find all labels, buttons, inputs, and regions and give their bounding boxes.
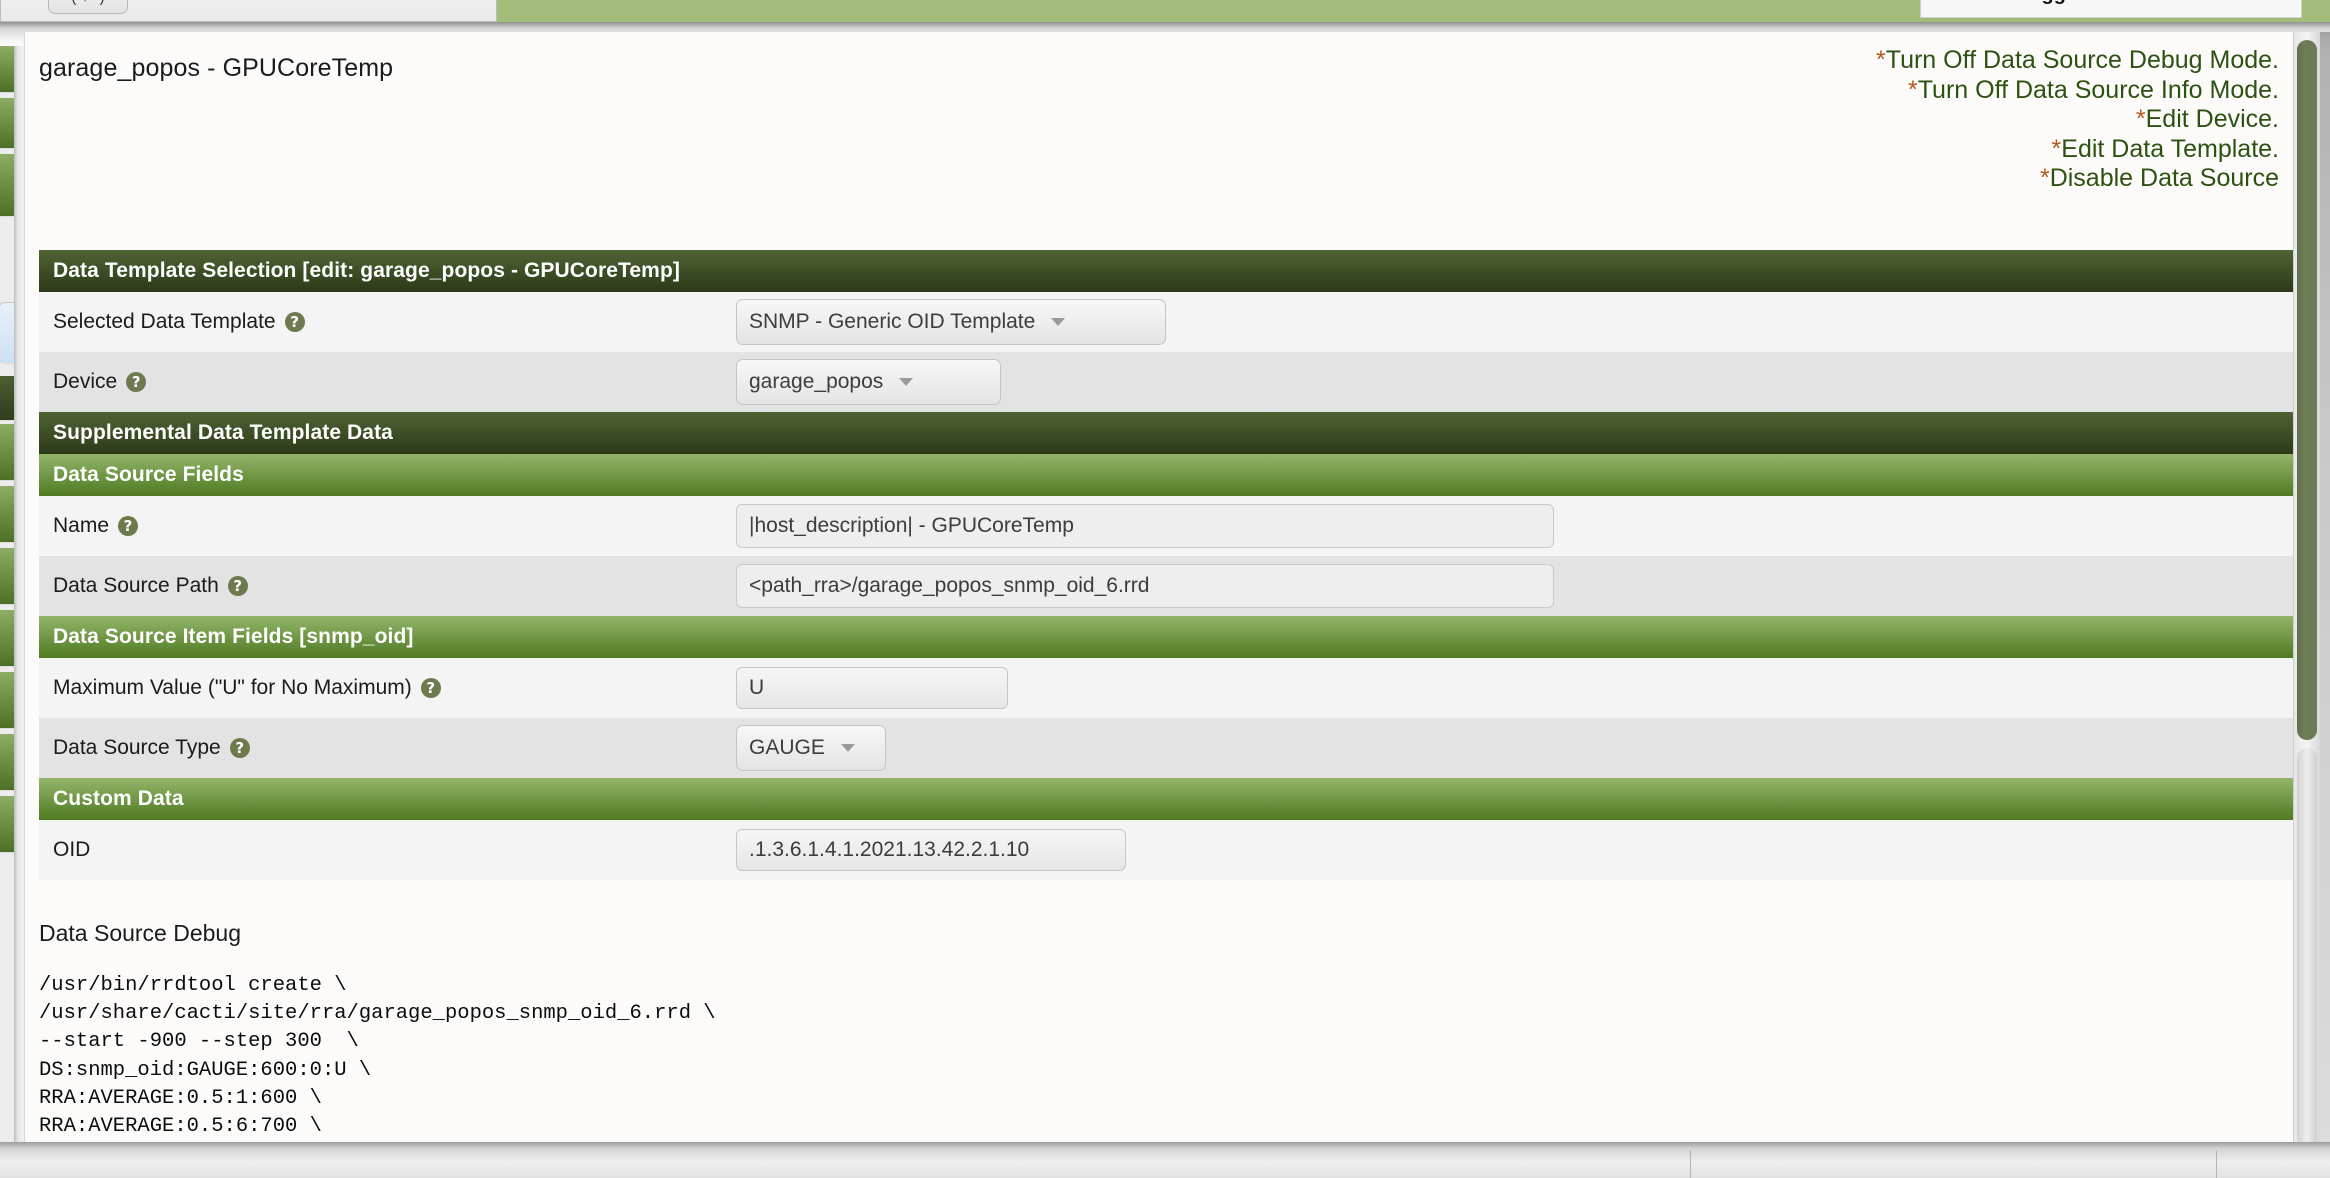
- name-input[interactable]: |host_description| - GPUCoreTemp: [736, 504, 1554, 548]
- sidebar-item-selected[interactable]: [0, 302, 14, 364]
- main-content-panel: garage_popos - GPUCoreTemp *Turn Off Dat…: [24, 32, 2297, 1142]
- scrollbar-seam: [1690, 1150, 1691, 1178]
- asterisk-icon: *: [2135, 105, 2146, 133]
- oid-input[interactable]: .1.3.6.1.4.1.2021.13.42.2.1.10: [736, 829, 1126, 871]
- data-source-type-dropdown[interactable]: GAUGE: [736, 725, 886, 771]
- horizontal-scrollbar[interactable]: [0, 1142, 2330, 1178]
- dropdown-value: GAUGE: [749, 736, 825, 759]
- label-text: Selected Data Template: [53, 310, 276, 333]
- section-header-data-source-item-fields: Data Source Item Fields [snmp_oid]: [39, 616, 2297, 658]
- section-header-supplemental-data: Supplemental Data Template Data: [39, 412, 2297, 454]
- asterisk-icon: *: [1907, 75, 1918, 104]
- row-label: Maximum Value ("U" for No Maximum) ?: [53, 676, 736, 700]
- row-maximum-value: Maximum Value ("U" for No Maximum) ? U: [39, 658, 2297, 718]
- scrollbar-seam: [2216, 1150, 2217, 1178]
- action-link-label: Disable Data Source: [2049, 164, 2279, 192]
- data-source-path-input[interactable]: <path_rra>/garage_popos_snmp_oid_6.rrd: [736, 564, 1554, 608]
- section-header-custom-data: Custom Data: [39, 778, 2297, 820]
- sidebar-item-10[interactable]: [0, 734, 14, 791]
- asterisk-icon: *: [1876, 46, 1886, 74]
- page-title: garage_popos - GPUCoreTemp: [39, 54, 394, 82]
- row-data-source-type: Data Source Type ? GAUGE: [39, 718, 2297, 778]
- debug-section-title: Data Source Debug: [39, 920, 242, 946]
- vertical-scrollbar[interactable]: [2293, 32, 2320, 1148]
- action-link-turn-off-debug-mode[interactable]: *Turn Off Data Source Debug Mode.: [1876, 46, 2279, 76]
- label-text: Name: [53, 514, 110, 537]
- chevron-down-icon: [840, 744, 855, 752]
- action-link-label: Turn Off Data Source Debug Mode.: [1885, 46, 2279, 74]
- row-selected-data-template: Selected Data Template ? SNMP - Generic …: [39, 292, 2297, 352]
- sidebar-divider: [14, 46, 24, 1142]
- row-device: Device ? garage_popos: [39, 352, 2297, 412]
- sidebar-menu-sliver[interactable]: [0, 46, 14, 1142]
- maximum-value-input[interactable]: U: [736, 667, 1008, 709]
- asterisk-icon: *: [2039, 164, 2050, 192]
- row-data-source-path: Data Source Path ? <path_rra>/garage_pop…: [39, 556, 2297, 616]
- row-label: Data Source Type ?: [53, 736, 736, 760]
- label-text: Device: [53, 370, 118, 393]
- application-window: ( ← ) Logged in as admin garage_popos - …: [0, 0, 2330, 1178]
- sidebar-item-5[interactable]: [0, 424, 14, 481]
- settings-form: Data Template Selection [edit: garage_po…: [39, 250, 2297, 880]
- action-link-edit-data-template[interactable]: *Edit Data Template.: [1876, 135, 2279, 165]
- asterisk-icon: *: [2051, 134, 2062, 163]
- row-label: Data Source Path ?: [53, 574, 736, 598]
- help-icon[interactable]: ?: [227, 576, 248, 596]
- help-icon[interactable]: ?: [229, 738, 250, 758]
- sidebar-item-6[interactable]: [0, 486, 14, 543]
- selected-data-template-dropdown[interactable]: SNMP - Generic OID Template: [736, 299, 1166, 345]
- vertical-scrollbar-thumb[interactable]: [2297, 40, 2317, 740]
- label-text: Data Source Path: [53, 574, 219, 597]
- dropdown-value: SNMP - Generic OID Template: [749, 310, 1036, 333]
- sidebar-item-2[interactable]: [0, 98, 14, 149]
- action-link-label: Turn Off Data Source Info Mode.: [1917, 75, 2279, 104]
- label-text: Data Source Type: [53, 736, 221, 759]
- sidebar-item-9[interactable]: [0, 672, 14, 729]
- row-label: Device ?: [53, 370, 736, 394]
- help-icon[interactable]: ?: [118, 516, 139, 536]
- action-link-turn-off-info-mode[interactable]: *Turn Off Data Source Info Mode.: [1876, 76, 2279, 106]
- section-header-data-template-selection: Data Template Selection [edit: garage_po…: [39, 250, 2297, 292]
- row-name: Name ? |host_description| - GPUCoreTemp: [39, 496, 2297, 556]
- sidebar-item-1[interactable]: [0, 46, 14, 93]
- help-icon[interactable]: ?: [420, 678, 441, 698]
- back-button[interactable]: ( ← ): [48, 0, 128, 14]
- sidebar-item-3[interactable]: [0, 154, 14, 217]
- row-label: Name ?: [53, 514, 736, 538]
- window-right-edge: [2320, 32, 2330, 1142]
- action-links: *Turn Off Data Source Debug Mode. *Turn …: [1876, 46, 2279, 194]
- sidebar-item-4[interactable]: [0, 376, 14, 421]
- action-link-disable-data-source[interactable]: *Disable Data Source: [1876, 164, 2279, 194]
- chevron-down-icon: [899, 378, 914, 386]
- device-dropdown[interactable]: garage_popos: [736, 359, 1001, 405]
- logged-in-indicator: Logged in as admin: [1920, 0, 2302, 18]
- sidebar-item-11[interactable]: [0, 796, 14, 853]
- sidebar-item-8[interactable]: [0, 610, 14, 667]
- action-link-label: Edit Data Template.: [2061, 134, 2279, 163]
- rrdtool-debug-output: /usr/bin/rrdtool create \ /usr/share/cac…: [39, 974, 716, 1139]
- label-text: Maximum Value ("U" for No Maximum): [53, 676, 412, 699]
- row-oid: OID .1.3.6.1.4.1.2021.13.42.2.1.10: [39, 820, 2297, 880]
- action-link-label: Edit Device.: [2145, 105, 2279, 133]
- sidebar-item-7[interactable]: [0, 548, 14, 605]
- section-header-data-source-fields: Data Source Fields: [39, 454, 2297, 496]
- row-label: Selected Data Template ?: [53, 310, 736, 334]
- chevron-down-icon: [1051, 318, 1066, 326]
- help-icon[interactable]: ?: [284, 312, 305, 332]
- action-link-edit-device[interactable]: *Edit Device.: [1876, 105, 2279, 135]
- help-icon[interactable]: ?: [126, 372, 147, 392]
- label-text: OID: [53, 838, 91, 861]
- row-label: OID: [53, 838, 736, 862]
- dropdown-value: garage_popos: [749, 370, 884, 393]
- vertical-scrollbar-track-rest[interactable]: [2297, 748, 2317, 1148]
- browser-chrome-strip: ( ← ) Logged in as admin: [0, 0, 2330, 22]
